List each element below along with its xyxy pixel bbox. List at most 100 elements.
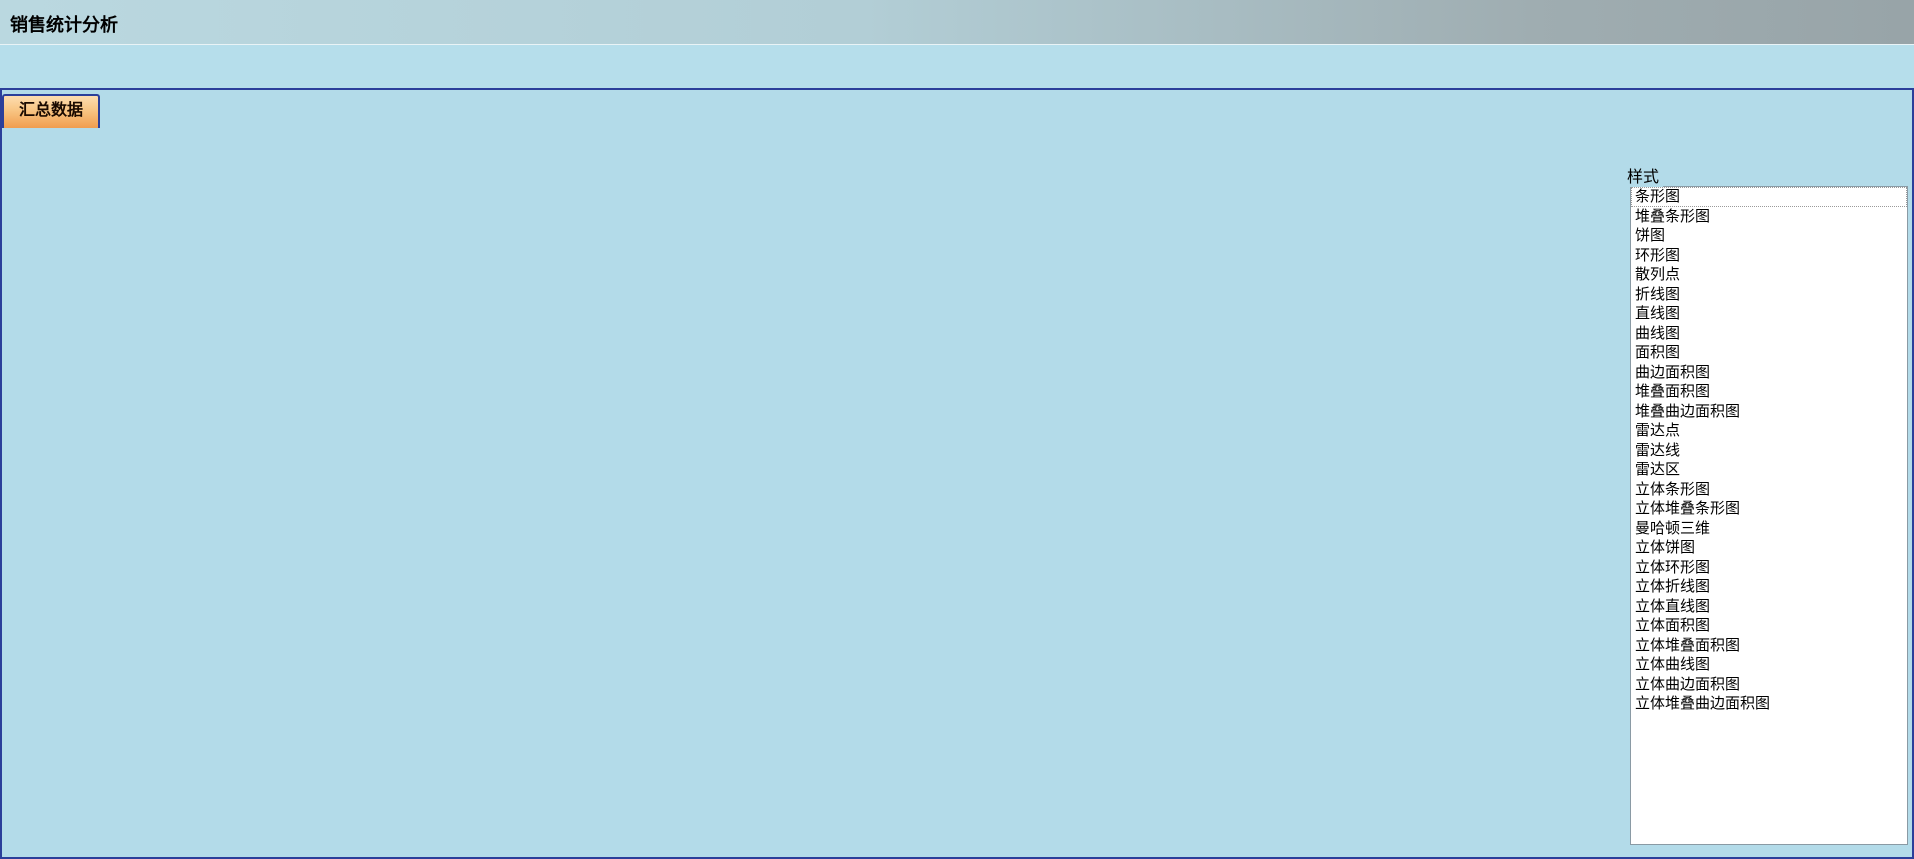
table-cell: 563,491.43	[595, 543, 745, 577]
table-cell: 401.23	[292, 237, 441, 271]
svg-text:1500000: 1500000	[989, 427, 1047, 444]
table-cell: -1,672,348.28	[595, 237, 745, 271]
style-list-item[interactable]: 立体面积图	[1631, 616, 1907, 636]
style-list-item[interactable]: 环形图	[1631, 246, 1907, 266]
style-list-item[interactable]: 堆叠曲边面积图	[1631, 402, 1907, 422]
table-row[interactable]: 顺景软件（C）6031,666.808,093.5123,573.2974.44	[9, 373, 958, 407]
table-cell: 56,865.62	[595, 475, 745, 509]
style-list-item[interactable]: 立体曲线图	[1631, 655, 1907, 675]
column-header-5[interactable]: 毛利率%	[745, 139, 898, 169]
y-axis-labels: -2000000-1500000-1000000-500000050000010…	[984, 275, 1047, 797]
chart-group-label: 图形	[965, 136, 999, 161]
style-list-item[interactable]: 立体饼图	[1631, 538, 1907, 558]
table-cell: 1,646.44	[441, 339, 596, 373]
scrollbar-thumb[interactable]	[108, 782, 855, 819]
style-list-item[interactable]: 曲边面积图	[1631, 363, 1907, 383]
column-header-3[interactable]: 销售成本	[441, 139, 596, 169]
style-list-item[interactable]: 雷达区	[1631, 460, 1907, 480]
table-total-row[interactable]: 69,1954,391,868.114,203,769.20188,098.91	[9, 577, 958, 611]
table-row[interactable]: 东莞市顺景...6,9141,040,686.71477,195.28563,4…	[9, 543, 958, 577]
style-list-item[interactable]: 堆叠条形图	[1631, 207, 1907, 227]
row-header-cell	[9, 509, 39, 543]
tab-summary-data[interactable]: 汇总数据	[2, 94, 100, 128]
table-cell	[898, 339, 958, 373]
table-row[interactable]: 顺景软件（B）6 1,646.44-1,646.44	[9, 339, 958, 373]
scroll-left-arrow[interactable]: ‹	[2, 782, 40, 819]
green-led-icon	[297, 147, 306, 163]
table-row[interactable]: 杭州顺景10,253401.231,672,749.51-1,672,348.2…	[9, 237, 958, 271]
style-list-item[interactable]: 饼图	[1631, 226, 1907, 246]
scroll-right-arrow[interactable]: ›	[917, 782, 955, 819]
style-list-item[interactable]: 面积图	[1631, 343, 1907, 363]
horizontal-scrollbar[interactable]: ‹ ›	[2, 781, 955, 819]
style-list-item[interactable]: 立体堆叠面积图	[1631, 636, 1907, 656]
style-list-item[interactable]: 直线图	[1631, 304, 1907, 324]
table-cell: 67	[177, 407, 292, 441]
table-cell: -1,646.44	[595, 339, 745, 373]
row-header-cell	[9, 577, 39, 611]
table-cell: 5,760.00	[292, 169, 441, 203]
column-header-0[interactable]: 客户名称	[39, 139, 177, 169]
style-list-item[interactable]: 曲线图	[1631, 324, 1907, 344]
style-list-item[interactable]: 雷达点	[1631, 421, 1907, 441]
table-cell: 500	[177, 305, 292, 339]
table-cell: 顺景软件（B）	[39, 339, 177, 373]
table-cell: 31,666.80	[292, 373, 441, 407]
style-list-item[interactable]: 立体环形图	[1631, 558, 1907, 578]
table-cell: 23,573.29	[595, 373, 745, 407]
table-cell	[898, 305, 958, 339]
table-cell: 54.14	[745, 543, 898, 577]
table-cell	[292, 339, 441, 373]
style-list-item[interactable]: 立体直线图	[1631, 597, 1907, 617]
table-cell: 29,079.34	[595, 407, 745, 441]
row-header-cell	[9, 271, 39, 305]
table-row[interactable]: 顺景软件165,760.00603.845,156.1689.51	[9, 169, 958, 203]
table-row[interactable]: 越南顺景797142,909.8976,702.8466,207.0546.32	[9, 509, 958, 543]
style-list-item[interactable]: 曼哈顿三维	[1631, 519, 1907, 539]
table-cell: 陕西顺景	[39, 475, 177, 509]
column-header-2[interactable]: 销售额	[292, 139, 441, 169]
table-row[interactable]: 顺景软件（A）50013,675.216,353.917,321.3053.53	[9, 305, 958, 339]
table-row[interactable]: 武汉顺景2,0009,800.009,800.00100.00	[9, 203, 958, 237]
svg-text:-500000: -500000	[992, 629, 1047, 646]
table-cell: 7,321.30	[595, 305, 745, 339]
table-cell	[898, 509, 958, 543]
table-row[interactable]: 顺景软件（E）52759,365.8225,130.9034,234.9257.…	[9, 441, 958, 475]
table-cell: 6,914	[177, 543, 292, 577]
table-cell: 1,672,749.51	[441, 237, 596, 271]
column-header-1[interactable]: 数量	[177, 139, 292, 169]
table-cell	[441, 203, 596, 237]
style-list-item[interactable]: 雷达线	[1631, 441, 1907, 461]
row-header-cell	[9, 373, 39, 407]
period-input[interactable]	[1288, 101, 1594, 129]
window-title: 销售统计分析	[10, 11, 118, 37]
table-cell: 25,130.90	[441, 441, 596, 475]
style-list-item[interactable]: 立体曲边面积图	[1631, 675, 1907, 695]
sales-analysis-window: 销售统计分析 期 间 汇总数据 客户名称数量销售额销售成本销售毛利毛利率%比重(…	[0, 0, 1914, 859]
column-header-6[interactable]: 比重(	[898, 139, 958, 169]
table-row[interactable]: 陕西顺景376101,609.7444,744.1256,865.6255.96	[9, 475, 958, 509]
column-header-4[interactable]: 销售毛利	[595, 139, 745, 169]
table-cell	[898, 169, 958, 203]
table-row[interactable]: 深圳顺景47,6792,945,739.991,879,375.471,066,…	[9, 271, 958, 305]
table-cell: 142,909.89	[292, 509, 441, 543]
style-list-item[interactable]: 散列点	[1631, 265, 1907, 285]
table-row[interactable]: 顺景软件（D）6740,252.7211,173.3829,079.3472.2…	[9, 407, 958, 441]
table-cell: 6	[177, 339, 292, 373]
table-cell	[898, 441, 958, 475]
style-list-item[interactable]: 立体条形图	[1631, 480, 1907, 500]
svg-text:2000000: 2000000	[989, 376, 1047, 393]
style-list-item[interactable]: 立体堆叠曲边面积图	[1631, 694, 1907, 714]
table-cell	[39, 577, 177, 611]
style-list-item[interactable]: 堆叠面积图	[1631, 382, 1907, 402]
style-listbox[interactable]: 条形图堆叠条形图饼图环形图散列点折线图直线图曲线图面积图曲边面积图堆叠面积图堆叠…	[1630, 186, 1908, 845]
style-list-item[interactable]: 折线图	[1631, 285, 1907, 305]
table-cell	[898, 577, 958, 611]
tabpage-highlight	[2, 127, 1912, 129]
style-list-item[interactable]: 立体折线图	[1631, 577, 1907, 597]
plot-area	[1057, 241, 1426, 806]
style-list-item[interactable]: 条形图	[1631, 187, 1907, 207]
style-list-item[interactable]: 立体堆叠条形图	[1631, 499, 1907, 519]
table-cell: 顺景软件（D）	[39, 407, 177, 441]
table-cell: 顺景软件（E）	[39, 441, 177, 475]
